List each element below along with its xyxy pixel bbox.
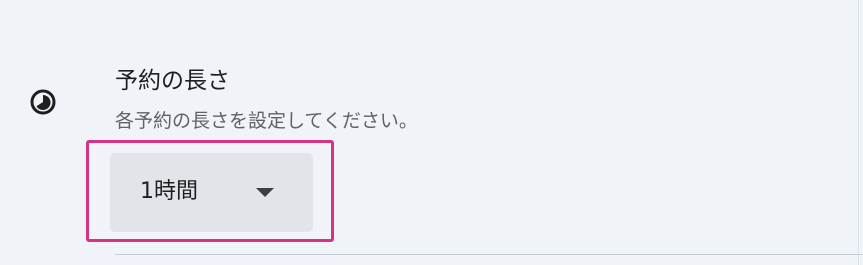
setting-description: 各予約の長さを設定してください。 — [115, 110, 418, 132]
caret-down-icon — [256, 188, 274, 197]
panel-divider — [858, 0, 859, 265]
clock-icon — [29, 88, 57, 116]
duration-selected-value: 1時間 — [140, 179, 198, 204]
appointment-length-setting: 予約の長さ 各予約の長さを設定してください。 1時間 — [0, 0, 863, 265]
duration-dropdown[interactable]: 1時間 — [110, 153, 313, 232]
section-divider — [115, 254, 863, 255]
setting-title: 予約の長さ — [115, 68, 230, 94]
